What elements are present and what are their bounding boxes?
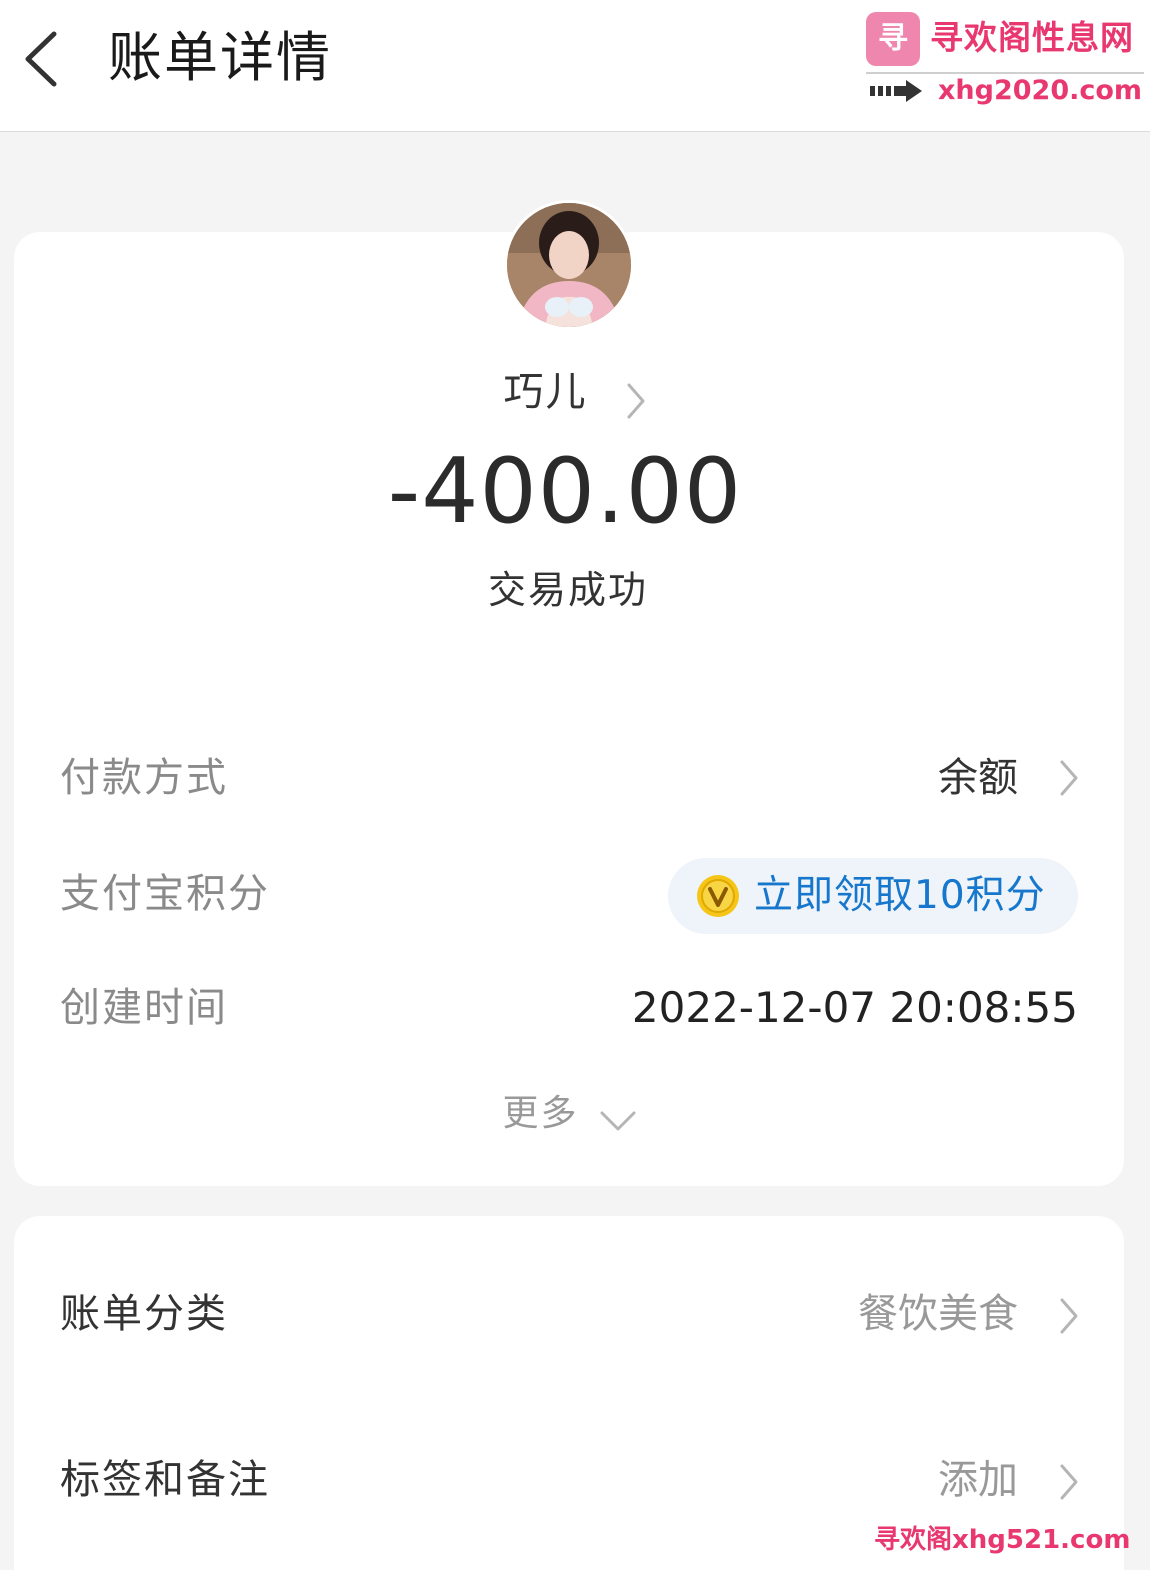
watermark-url: xhg2020.com (938, 75, 1143, 106)
avatar[interactable] (504, 200, 634, 330)
claim-points-button[interactable]: 立即领取10积分 (668, 858, 1078, 934)
back-button[interactable] (18, 28, 70, 90)
tags-notes-label: 标签和备注 (60, 1457, 270, 1503)
tags-notes-value[interactable]: 添加 (938, 1452, 1018, 1508)
coin-icon (697, 875, 739, 917)
transaction-status: 交易成功 (487, 568, 648, 612)
payment-method-label: 付款方式 (60, 755, 228, 801)
top-app-bar: 账单详情 寻 寻欢阁性息网 xhg2020.com (0, 0, 1150, 132)
chevron-right-icon[interactable] (1058, 758, 1080, 798)
watermark-bottom-text: 寻欢阁xhg521.com (874, 1525, 1131, 1555)
more-toggle[interactable]: 更多 (0, 1086, 1140, 1142)
chevron-right-icon (627, 383, 645, 418)
watermark-logo-mark: 寻 (866, 12, 920, 66)
transaction-amount: -400.00 (387, 439, 743, 544)
watermark-logo: 寻 寻欢阁性息网 xhg2020.com (866, 10, 1146, 106)
chevron-right-icon[interactable] (1058, 1296, 1080, 1336)
watermark-arrow-icon (870, 80, 922, 102)
chevron-down-icon (600, 1111, 636, 1130)
bill-extras-card (14, 1216, 1124, 1570)
page-title: 账单详情 (108, 26, 332, 89)
payment-method-value[interactable]: 余额 (938, 750, 1018, 806)
chevron-right-icon[interactable] (1058, 1462, 1080, 1502)
created-time-value: 2022-12-07 20:08:55 (631, 983, 1078, 1032)
watermark-site-name: 寻欢阁性息网 (930, 18, 1134, 57)
bill-category-value[interactable]: 餐饮美食 (858, 1286, 1018, 1342)
payee-link[interactable]: 巧儿 (0, 362, 1150, 422)
claim-points-label: 立即领取10积分 (754, 873, 1046, 918)
created-time-label: 创建时间 (60, 985, 228, 1031)
alipay-points-label: 支付宝积分 (60, 871, 270, 917)
back-arrow-icon (25, 31, 57, 87)
payee-name: 巧儿 (503, 369, 588, 415)
more-label: 更多 (502, 1093, 579, 1134)
avatar-image (507, 203, 631, 327)
bill-category-label: 账单分类 (60, 1291, 228, 1337)
